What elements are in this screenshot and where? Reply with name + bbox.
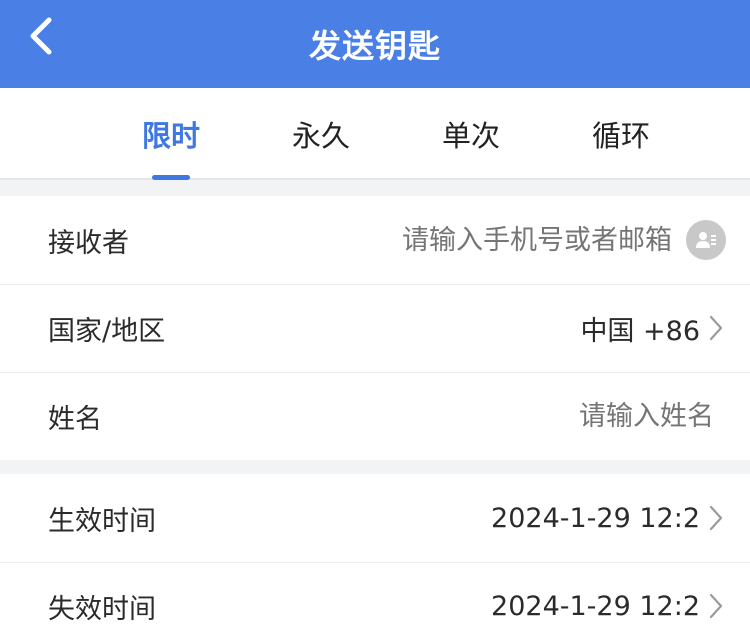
recipient-row: 接收者 (0, 196, 750, 284)
expire-time-value: 2024-1-29 12:2 (491, 590, 700, 622)
tab-limited-time[interactable]: 限时 (111, 88, 231, 180)
country-value: 中国 +86 (580, 315, 700, 347)
tab-label: 永久 (291, 119, 350, 153)
name-label: 姓名 (48, 403, 102, 435)
recipient-label: 接收者 (48, 227, 129, 259)
effective-time-row[interactable]: 生效时间 2024-1-29 12:2 (0, 474, 750, 562)
tab-permanent[interactable]: 永久 (261, 88, 381, 180)
tab-label: 限时 (141, 119, 200, 153)
effective-time-value: 2024-1-29 12:2 (491, 502, 700, 534)
contact-picker-button[interactable] (686, 220, 726, 260)
chevron-right-icon (706, 503, 726, 533)
active-tab-indicator (152, 175, 190, 180)
tab-label: 单次 (441, 119, 500, 153)
contact-book-icon (696, 232, 716, 248)
key-type-tabs: 限时 永久 单次 循环 (0, 88, 750, 180)
page-title: 发送钥匙 (308, 27, 441, 65)
time-section: 生效时间 2024-1-29 12:2 失效时间 2024-1-29 12:2 (0, 474, 750, 632)
tab-single-use[interactable]: 单次 (411, 88, 531, 180)
app-header: 发送钥匙 (0, 0, 750, 88)
recipient-input[interactable] (372, 224, 672, 256)
country-value-group: 中国 +86 (580, 309, 726, 348)
name-row: 姓名 (0, 372, 750, 460)
tab-recurring[interactable]: 循环 (561, 88, 681, 180)
expire-time-label: 失效时间 (48, 593, 156, 625)
chevron-right-icon (706, 313, 726, 343)
name-input[interactable] (394, 400, 714, 432)
expire-time-row[interactable]: 失效时间 2024-1-29 12:2 (0, 562, 750, 632)
tab-label: 循环 (591, 119, 650, 153)
country-label: 国家/地区 (48, 315, 166, 347)
back-arrow-icon (30, 17, 52, 55)
back-button[interactable] (18, 14, 62, 58)
country-row[interactable]: 国家/地区 中国 +86 (0, 284, 750, 372)
effective-time-value-group: 2024-1-29 12:2 (491, 503, 726, 534)
recipient-section: 接收者 国家/地区 中国 +86 姓名 (0, 196, 750, 460)
chevron-right-icon (706, 591, 726, 621)
expire-time-value-group: 2024-1-29 12:2 (491, 591, 726, 622)
effective-time-label: 生效时间 (48, 505, 156, 537)
